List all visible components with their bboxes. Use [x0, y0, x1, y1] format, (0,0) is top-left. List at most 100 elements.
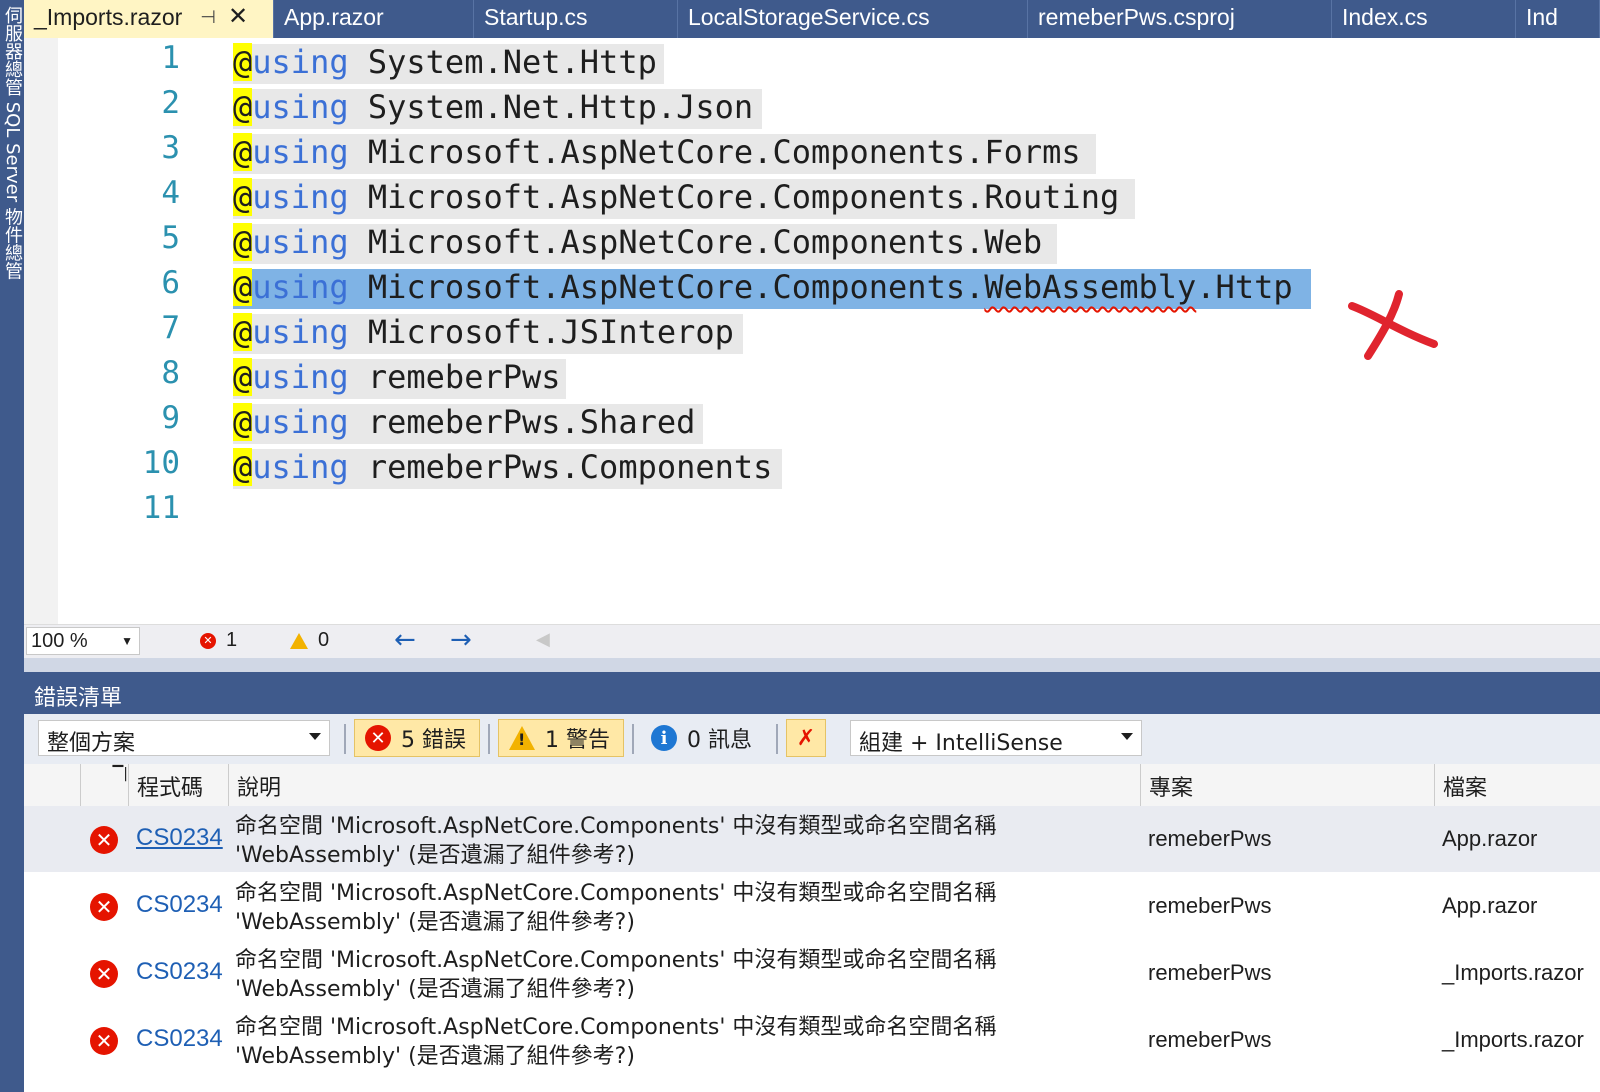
document-tab-bar: _Imports.razor ⊣ ✕ App.razor Startup.cs …: [24, 0, 1600, 38]
zoom-select[interactable]: 100 % ▼: [26, 627, 140, 655]
status-error-count[interactable]: ✕ 1: [200, 629, 237, 652]
column-description[interactable]: 說明: [228, 764, 1140, 806]
error-file: App.razor: [1442, 826, 1538, 851]
error-file: _Imports.razor: [1442, 1027, 1584, 1052]
tab-label: _Imports.razor: [34, 4, 183, 30]
code-line[interactable]: @using System.Net.Http: [233, 40, 664, 85]
tab-label: remeberPws.csproj: [1038, 4, 1235, 30]
warnings-filter-button[interactable]: 1 警告: [498, 719, 624, 757]
error-icon: ✕: [200, 632, 216, 649]
code-line[interactable]: @using Microsoft.JSInterop: [233, 310, 743, 355]
table-row[interactable]: ✕ CS0234 命名空間 'Microsoft.AspNetCore.Comp…: [24, 873, 1600, 939]
line-number: 1: [161, 40, 180, 76]
error-code-link[interactable]: CS0234: [136, 958, 223, 986]
error-list-header: ▔| 程式碼 說明 專案 檔案: [24, 764, 1600, 807]
error-list-title: 錯誤清單: [24, 672, 1600, 714]
column-code[interactable]: 程式碼: [128, 764, 228, 806]
error-code-link[interactable]: CS0234: [136, 824, 223, 852]
arrow-right-icon[interactable]: →: [450, 625, 472, 655]
line-number: 11: [142, 490, 180, 526]
scroll-left-icon[interactable]: ◀: [536, 629, 550, 650]
tab-overflow[interactable]: Ind: [1516, 0, 1600, 38]
line-number: 7: [161, 310, 180, 346]
chevron-down-icon: [1121, 733, 1133, 740]
close-icon[interactable]: ✕: [228, 4, 248, 30]
code-line[interactable]: @using Microsoft.AspNetCore.Components.R…: [233, 175, 1135, 220]
error-code-link[interactable]: CS0234: [136, 891, 223, 919]
tab-app-razor[interactable]: App.razor: [274, 0, 474, 38]
error-file: _Imports.razor: [1442, 960, 1584, 985]
error-icon: ✕: [90, 960, 118, 988]
chevron-down-icon: ▼: [121, 634, 133, 648]
tab-index-cs[interactable]: Index.cs: [1332, 0, 1516, 38]
code-line[interactable]: @using remeberPws: [233, 355, 566, 400]
tab-label: LocalStorageService.cs: [688, 4, 930, 30]
error-description: 命名空間 'Microsoft.AspNetCore.Components' 中…: [235, 1015, 997, 1069]
editor-status-bar: 100 % ▼ ✕ 1 0 ← → ◀: [24, 624, 1600, 659]
scope-select[interactable]: 整個方案: [38, 720, 330, 756]
code-line[interactable]: @using remeberPws.Shared: [233, 400, 703, 445]
line-number: 9: [161, 400, 180, 436]
messages-filter-button[interactable]: i 0 訊息: [640, 719, 770, 757]
error-icon: ✕: [365, 725, 391, 751]
line-number: 3: [161, 130, 180, 166]
error-description: 命名空間 'Microsoft.AspNetCore.Components' 中…: [235, 881, 997, 935]
error-project: remeberPws: [1148, 960, 1272, 985]
line-number-gutter: 1 2 3 4 5 6 7 8 9 10 11: [58, 38, 208, 624]
error-file: App.razor: [1442, 893, 1538, 918]
toolbar-separator: [632, 724, 634, 754]
table-row[interactable]: ✕ CS0234 命名空間 'Microsoft.AspNetCore.Comp…: [24, 806, 1600, 872]
error-list-toolbar: 整個方案 ✕ 5 錯誤 1 警告 i 0 訊息 ✗ 組建 + IntelliSe…: [24, 714, 1600, 764]
code-line[interactable]: @using System.Net.Http.Json: [233, 85, 762, 130]
tab-localstorageservice-cs[interactable]: LocalStorageService.cs: [678, 0, 1028, 38]
toolbar-separator: [344, 724, 346, 754]
tab-label: Ind: [1526, 4, 1558, 30]
toolbar-separator: [776, 724, 778, 754]
tab-label: App.razor: [284, 4, 384, 30]
error-icon: ✕: [90, 826, 118, 854]
line-number: 6: [161, 265, 180, 301]
code-line[interactable]: @using Microsoft.AspNetCore.Components.F…: [233, 130, 1096, 175]
table-row[interactable]: ✕ CS0234 命名空間 'Microsoft.AspNetCore.Comp…: [24, 940, 1600, 1006]
panel-splitter[interactable]: [24, 658, 1600, 672]
errors-filter-button[interactable]: ✕ 5 錯誤: [354, 719, 480, 757]
table-row[interactable]: ✕ CS0234 命名空間 'Microsoft.AspNetCore.Comp…: [24, 1007, 1600, 1092]
build-intellisense-select[interactable]: 組建 + IntelliSense: [850, 720, 1142, 756]
line-number: 10: [142, 445, 180, 481]
error-project: remeberPws: [1148, 893, 1272, 918]
code-line[interactable]: @using Microsoft.AspNetCore.Components.W…: [233, 220, 1057, 265]
clear-filter-icon[interactable]: ✗: [786, 719, 826, 757]
code-editor[interactable]: 1 2 3 4 5 6 7 8 9 10 11 @using System.Ne…: [24, 38, 1600, 624]
line-number: 4: [161, 175, 180, 211]
column-file[interactable]: 檔案: [1434, 764, 1600, 806]
chevron-down-icon: [309, 733, 321, 740]
tab-label: Startup.cs: [484, 4, 588, 30]
tab-label: Index.cs: [1342, 4, 1428, 30]
error-project: remeberPws: [1148, 1027, 1272, 1052]
column-project[interactable]: 專案: [1140, 764, 1434, 806]
left-strip-label[interactable]: 伺服器總管 SQL Server 物件總管: [2, 6, 23, 280]
pin-icon[interactable]: ⊣: [200, 7, 216, 28]
error-icon: ✕: [90, 893, 118, 921]
error-code-link[interactable]: CS0234: [136, 1025, 223, 1053]
status-warning-count[interactable]: 0: [290, 629, 329, 652]
error-description: 命名空間 'Microsoft.AspNetCore.Components' 中…: [235, 814, 997, 868]
code-line-selected[interactable]: @using Microsoft.AspNetCore.Components.W…: [233, 265, 1311, 310]
tab-csproj[interactable]: remeberPws.csproj: [1028, 0, 1332, 38]
zoom-value: 100 %: [31, 630, 88, 652]
error-description: 命名空間 'Microsoft.AspNetCore.Components' 中…: [235, 948, 997, 1002]
left-tool-strip[interactable]: 伺服器總管 SQL Server 物件總管: [0, 0, 24, 1092]
code-line[interactable]: @using remeberPws.Components: [233, 445, 782, 490]
error-squiggle[interactable]: WebAssembly: [984, 268, 1196, 306]
red-x-annotation-icon: [1348, 290, 1438, 360]
indicator-margin: [24, 38, 58, 624]
info-icon: i: [651, 725, 677, 751]
tab-imports-razor[interactable]: _Imports.razor ⊣ ✕: [24, 0, 274, 38]
warning-icon: [509, 726, 535, 750]
line-number: 5: [161, 220, 180, 256]
toolbar-separator: [488, 724, 490, 754]
error-icon: ✕: [90, 1027, 118, 1055]
tab-startup-cs[interactable]: Startup.cs: [474, 0, 678, 38]
arrow-left-icon[interactable]: ←: [394, 625, 416, 655]
line-number: 8: [161, 355, 180, 391]
